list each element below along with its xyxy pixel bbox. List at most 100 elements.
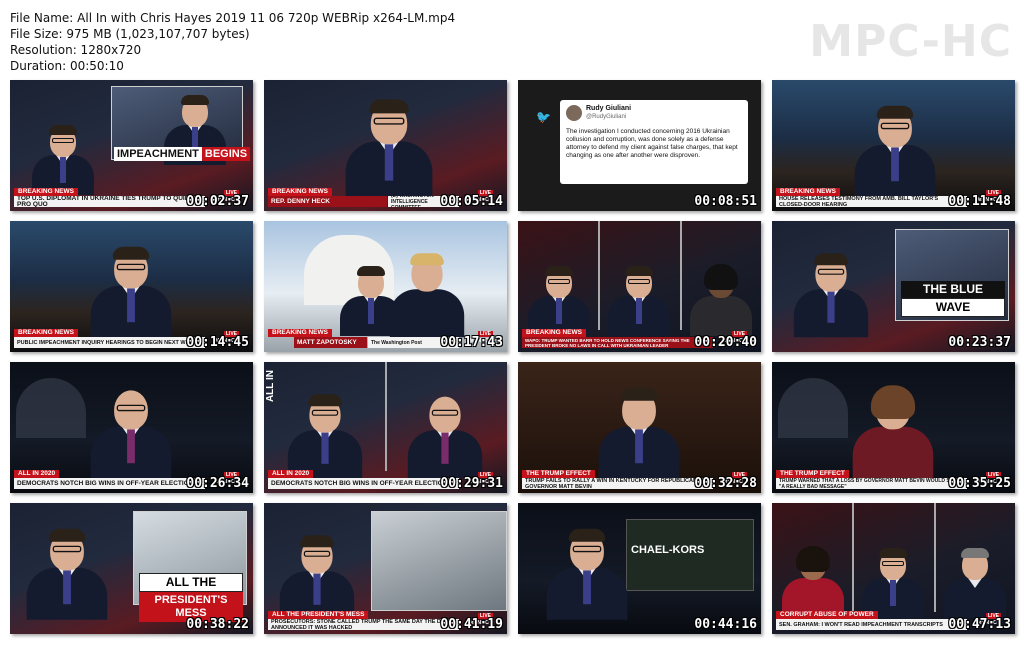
breaking-tag: BREAKING NEWS bbox=[776, 188, 840, 196]
tweet-name: Rudy Giuliani bbox=[586, 105, 632, 112]
anchor-figure bbox=[283, 394, 367, 479]
breaking-tag: BREAKING NEWS bbox=[268, 329, 332, 337]
thumbnail-15[interactable]: CHAEL-KORS 00:44:16 bbox=[518, 503, 761, 634]
timestamp: 00:23:37 bbox=[948, 335, 1011, 350]
impeachment-graphic: IMPEACHMENT BEGINS bbox=[114, 147, 251, 161]
segment-tag: ALL IN 2020 bbox=[268, 470, 314, 478]
caption: HOUSE RELEASES TESTIMONY FROM AMB. BILL … bbox=[776, 196, 967, 207]
thumbnail-6[interactable]: BREAKING NEWS MATT ZAPOTOSKY The Washing… bbox=[264, 221, 507, 352]
timestamp: 00:14:45 bbox=[186, 335, 249, 350]
panel-figure-1 bbox=[524, 266, 594, 336]
timestamp: 00:20:40 bbox=[694, 335, 757, 350]
caption: PUBLIC IMPEACHMENT INQUIRY HEARINGS TO B… bbox=[14, 337, 205, 348]
blue-wave-graphic: THE BLUE WAVE bbox=[901, 281, 1005, 317]
presidents-mess-graphic: ALL THE PRESIDENT'S MESS bbox=[139, 573, 243, 622]
segment-tag: ALL THE PRESIDENT'S MESS bbox=[268, 611, 369, 619]
blue-wave-line2: WAVE bbox=[901, 298, 1005, 317]
anchor-figure bbox=[542, 528, 633, 620]
thumbnail-4[interactable]: BREAKING NEWS HOUSE RELEASES TESTIMONY F… bbox=[772, 80, 1015, 211]
thumbnail-3[interactable]: 🐦 Rudy Giuliani @RudyGiuliani The invest… bbox=[518, 80, 761, 211]
tweet-card: Rudy Giuliani @RudyGiuliani The investig… bbox=[560, 100, 748, 184]
blue-wave-line1: THE BLUE bbox=[901, 281, 1005, 298]
guest-figure bbox=[403, 396, 487, 479]
file-info: File Name: All In with Chris Hayes 2019 … bbox=[10, 10, 455, 74]
guest-figure bbox=[86, 390, 177, 479]
name-caption: MATT ZAPOTOSKY bbox=[294, 337, 367, 348]
background-screen: CHAEL-KORS bbox=[626, 519, 754, 591]
anchor-figure bbox=[789, 253, 873, 338]
thumbnail-12[interactable]: THE TRUMP EFFECT TRUMP WARNED THAT A LOS… bbox=[772, 362, 1015, 493]
thumbnail-5[interactable]: BREAKING NEWS PUBLIC IMPEACHMENT INQUIRY… bbox=[10, 221, 253, 352]
mpc-hc-logo: MPC-HC bbox=[809, 16, 1012, 67]
graphic-line1: ALL THE bbox=[139, 573, 243, 592]
thumbnail-11[interactable]: THE TRUMP EFFECT TRUMP FAILS TO RALLY A … bbox=[518, 362, 761, 493]
breaking-tag: BREAKING NEWS bbox=[14, 188, 78, 196]
caption: PROSECUTORS: STONE CALLED TRUMP THE SAME… bbox=[268, 619, 459, 630]
breaking-tag: BREAKING NEWS bbox=[268, 188, 332, 196]
thumbnail-14[interactable]: ALL THE PRESIDENT'S MESS PROSECUTORS: ST… bbox=[264, 503, 507, 634]
video-inset bbox=[371, 511, 507, 611]
panel-figure-2 bbox=[858, 548, 928, 618]
timestamp: 00:35:25 bbox=[948, 476, 1011, 491]
guest-figure bbox=[848, 385, 939, 479]
caption: SEN. GRAHAM: I WON'T READ IMPEACHMENT TR… bbox=[776, 619, 967, 630]
thumbnail-8[interactable]: THE BLUE WAVE 00:23:37 bbox=[772, 221, 1015, 352]
split-divider bbox=[934, 503, 936, 612]
split-divider bbox=[598, 221, 600, 330]
split-divider bbox=[852, 503, 854, 612]
segment-tag: ALL IN 2020 bbox=[14, 470, 60, 478]
screen-text: CHAEL-KORS bbox=[631, 544, 705, 556]
thumbnail-7[interactable]: BREAKING NEWS WAPO: TRUMP WANTED BARR TO… bbox=[518, 221, 761, 352]
breaking-tag: BREAKING NEWS bbox=[522, 329, 586, 337]
timestamp: 00:41:19 bbox=[440, 617, 503, 632]
capitol-dome bbox=[16, 378, 86, 438]
guest-figure bbox=[340, 99, 438, 198]
tweet-avatar bbox=[566, 105, 582, 121]
timestamp: 00:32:28 bbox=[694, 476, 757, 491]
thumbnail-1[interactable]: IMPEACHMENT BEGINS BREAKING NEWS TOP U.S.… bbox=[10, 80, 253, 211]
segment-tag: THE TRUMP EFFECT bbox=[522, 470, 595, 478]
timestamp: 00:11:48 bbox=[948, 194, 1011, 209]
timestamp: 00:29:31 bbox=[440, 476, 503, 491]
panel-figure-2 bbox=[604, 266, 674, 336]
file-size: File Size: 975 MB (1,023,107,707 bytes) bbox=[10, 27, 250, 41]
duration: Duration: 00:50:10 bbox=[10, 59, 124, 73]
name-caption: REP. DENNY HECK bbox=[268, 196, 387, 207]
panel-figure-3 bbox=[940, 548, 1010, 618]
timestamp: 00:26:34 bbox=[186, 476, 249, 491]
caption: DEMOCRATS NOTCH BIG WINS IN OFF-YEAR ELE… bbox=[14, 478, 205, 489]
thumbnail-grid: IMPEACHMENT BEGINS BREAKING NEWS TOP U.S.… bbox=[10, 80, 1015, 636]
resolution: Resolution: 1280x720 bbox=[10, 43, 142, 57]
segment-tag: CORRUPT ABUSE OF POWER bbox=[776, 611, 878, 619]
file-name: File Name: All In with Chris Hayes 2019 … bbox=[10, 11, 456, 25]
anchor-figure bbox=[28, 125, 98, 195]
timestamp: 00:44:16 bbox=[694, 617, 757, 632]
guest-figure bbox=[850, 105, 941, 197]
capitol-dome bbox=[778, 378, 848, 438]
caption: TRUMP WARNED THAT A LOSS BY GOVERNOR MAT… bbox=[776, 478, 967, 489]
guest-figure bbox=[86, 246, 177, 338]
all-in-sidebar: ALL IN bbox=[265, 370, 276, 403]
tweet-text: The investigation I conducted concerning… bbox=[566, 128, 738, 159]
caption: TOP U.S. DIPLOMAT IN UKRAINE TIES TRUMP … bbox=[14, 196, 205, 207]
caption: WAPO: TRUMP WANTED BARR TO HOLD NEWS CON… bbox=[522, 337, 713, 348]
thumbnail-10[interactable]: ALL IN ALL IN 2020 DEMOCRATS NOTCH BIG W… bbox=[264, 362, 507, 493]
thumbnail-16[interactable]: CORRUPT ABUSE OF POWER SEN. GRAHAM: I WO… bbox=[772, 503, 1015, 634]
anchor-figure bbox=[275, 535, 359, 620]
anchor-figure bbox=[22, 528, 113, 620]
thumbnail-9[interactable]: ALL IN 2020 DEMOCRATS NOTCH BIG WINS IN … bbox=[10, 362, 253, 493]
panel-figure-3 bbox=[686, 264, 756, 336]
timestamp: 00:08:51 bbox=[694, 194, 757, 209]
twitter-bird-icon: 🐦 bbox=[536, 110, 551, 124]
breaking-tag: BREAKING NEWS bbox=[14, 329, 78, 337]
guest-figure bbox=[594, 387, 685, 479]
panel-figure-1 bbox=[778, 546, 848, 618]
timestamp: 00:38:22 bbox=[186, 617, 249, 632]
split-divider bbox=[680, 221, 682, 330]
thumbnail-13[interactable]: ALL THE PRESIDENT'S MESS 00:38:22 bbox=[10, 503, 253, 634]
tweet-handle: @RudyGiuliani bbox=[586, 114, 627, 120]
thumbnail-2[interactable]: BREAKING NEWS REP. DENNY HECK (D) WASHIN… bbox=[264, 80, 507, 211]
caption: DEMOCRATS NOTCH BIG WINS IN OFF-YEAR ELE… bbox=[268, 478, 459, 489]
timestamp: 00:02:37 bbox=[186, 194, 249, 209]
segment-tag: THE TRUMP EFFECT bbox=[776, 470, 849, 478]
